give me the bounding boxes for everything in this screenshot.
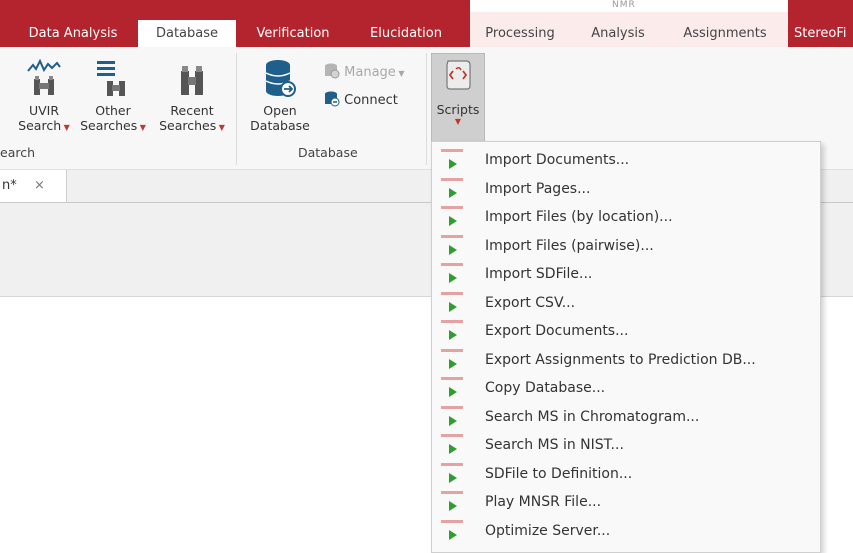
menu-item-label: Export Assignments to Prediction DB... (485, 351, 756, 368)
scripts-label: Scripts (436, 102, 480, 117)
script-play-icon (441, 377, 463, 399)
database-gear-icon (325, 63, 340, 79)
menu-item-optimize-server[interactable]: Optimize Server... (432, 517, 820, 545)
chevron-down-icon: ▼ (61, 123, 70, 132)
uvir-search-button[interactable]: UVIR Search ▼ (14, 59, 74, 135)
menu-item-copy-database[interactable]: Copy Database... (432, 374, 820, 402)
other-searches-button[interactable]: Other Searches ▼ (78, 59, 148, 135)
tab-elucidation[interactable]: Elucidation (356, 20, 456, 47)
tab-database[interactable]: Database (138, 20, 236, 47)
script-play-icon (441, 149, 463, 171)
binoculars-icon (181, 66, 203, 95)
menu-item-label: Play MNSR File... (485, 494, 602, 510)
connect-label: Connect (344, 93, 398, 108)
script-play-icon (441, 206, 463, 228)
script-play-icon (441, 320, 463, 342)
script-play-icon (441, 519, 463, 542)
connect-button[interactable]: Connect (324, 91, 398, 109)
menu-item-sdfile-to-definition[interactable]: SDFile to Definition... (432, 460, 820, 488)
tab-processing[interactable]: Processing (474, 20, 566, 47)
database-connect-icon (325, 91, 340, 107)
menu-item-search-ms-chromatogram[interactable]: Search MS in Chromatogram... (432, 403, 820, 431)
tab-verification[interactable]: Verification (244, 20, 342, 47)
tab-stereo[interactable]: StereoFi (794, 20, 853, 47)
script-scroll-icon (446, 60, 471, 90)
menu-item-label: Copy Database... (485, 380, 606, 396)
script-play-icon (441, 348, 463, 371)
menu-item-import-pages[interactable]: Import Pages... (432, 175, 820, 203)
search-group-label: earch (0, 145, 36, 160)
script-play-icon (441, 462, 463, 485)
menu-item-label: Import SDFile... (485, 266, 593, 282)
menu-item-label: Import Files (pairwise)... (485, 237, 654, 254)
menu-item-search-ms-nist[interactable]: Search MS in NIST... (432, 431, 820, 459)
chevron-down-icon: ▼ (137, 123, 146, 132)
uvir-spectrum-binoculars-icon (27, 59, 61, 95)
chevron-down-icon: ▼ (454, 117, 462, 126)
uvir-search-line2: Search (18, 118, 62, 133)
contextual-group-label: NMR (612, 0, 636, 10)
scripts-dropdown-menu: Import Documents... Import Pages... Impo… (431, 141, 821, 553)
document-tab-title: n* (2, 178, 17, 193)
menu-item-label: Import Pages... (485, 180, 591, 197)
tab-data-analysis[interactable]: Data Analysis (14, 20, 132, 47)
recent-searches-line1: Recent (170, 103, 214, 118)
script-play-icon (441, 234, 463, 257)
menu-item-label: Optimize Server... (485, 522, 611, 539)
menu-item-import-files-pairwise[interactable]: Import Files (pairwise)... (432, 232, 820, 260)
other-searches-line2: Searches (80, 118, 138, 133)
close-icon[interactable]: × (34, 170, 45, 202)
script-play-icon (441, 177, 463, 200)
chevron-down-icon: ▼ (216, 123, 225, 132)
database-open-icon (265, 60, 296, 97)
menu-item-export-csv[interactable]: Export CSV... (432, 289, 820, 317)
scripts-button[interactable]: Scripts ▼ (431, 53, 485, 143)
recent-searches-button[interactable]: Recent Searches ▼ (154, 59, 230, 135)
manage-label: Manage (344, 65, 396, 80)
script-play-icon (441, 263, 463, 285)
menu-item-label: Search MS in Chromatogram... (485, 408, 700, 425)
open-database-button[interactable]: Open Database (244, 59, 316, 133)
database-group-label: Database (298, 145, 358, 160)
manage-button[interactable]: Manage ▼ (324, 63, 404, 82)
uvir-search-line1: UVIR (28, 103, 60, 118)
menu-item-label: Export Documents... (485, 323, 629, 339)
list-binoculars-icon (97, 61, 125, 96)
menu-item-export-assignments[interactable]: Export Assignments to Prediction DB... (432, 346, 820, 374)
menu-item-import-sdfile[interactable]: Import SDFile... (432, 260, 820, 288)
menu-item-play-mnsr-file[interactable]: Play MNSR File... (432, 488, 820, 516)
menu-item-import-files-by-location[interactable]: Import Files (by location)... (432, 203, 820, 231)
group-divider (236, 53, 237, 165)
menu-item-import-documents[interactable]: Import Documents... (432, 146, 820, 174)
chevron-down-icon: ▼ (395, 69, 405, 78)
menu-item-label: Import Files (by location)... (485, 209, 673, 225)
open-database-line2: Database (250, 118, 310, 133)
group-divider (426, 53, 427, 165)
script-play-icon (441, 491, 463, 513)
open-database-line1: Open (263, 103, 297, 118)
script-play-icon (441, 405, 463, 428)
tab-assignments[interactable]: Assignments (672, 20, 778, 47)
script-play-icon (441, 291, 463, 314)
other-searches-line1: Other (95, 103, 131, 118)
menu-item-export-documents[interactable]: Export Documents... (432, 317, 820, 345)
recent-searches-line2: Searches (159, 118, 217, 133)
document-tab[interactable]: n* × (0, 170, 67, 202)
ribbon-tab-strip: NMR Data Analysis Database Verification … (0, 0, 853, 47)
menu-item-label: Import Documents... (485, 152, 630, 168)
menu-item-label: SDFile to Definition... (485, 465, 633, 482)
script-play-icon (441, 434, 463, 456)
menu-item-label: Search MS in NIST... (485, 437, 624, 453)
tab-analysis[interactable]: Analysis (578, 20, 658, 47)
menu-item-label: Export CSV... (485, 294, 576, 311)
